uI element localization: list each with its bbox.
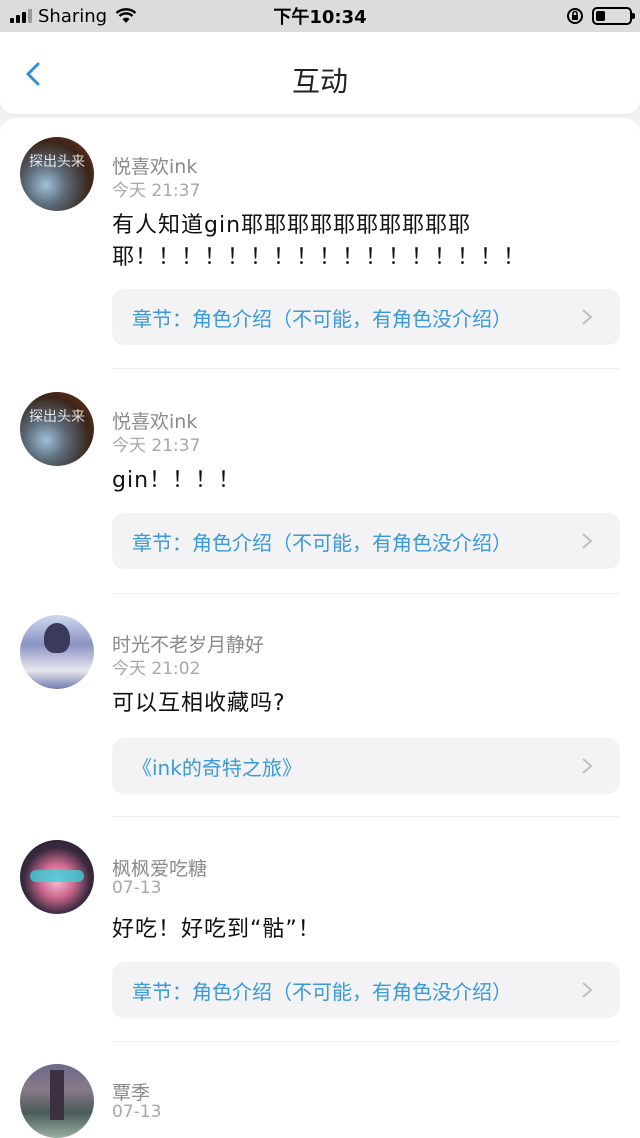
username[interactable]: 悦喜欢ink bbox=[112, 407, 197, 434]
chapter-link[interactable]: 章节：角色介绍（不可能，有角色没介绍） bbox=[112, 513, 620, 569]
comment-text: 好吃！好吃到“骷”！ bbox=[112, 917, 321, 942]
chevron-right-icon bbox=[582, 982, 593, 998]
avatar[interactable]: 探出头来 bbox=[20, 392, 94, 466]
username[interactable]: 覃季 bbox=[112, 1078, 150, 1105]
comment-text: 有人知道gin耶耶耶耶耶耶耶耶耶耶耶！！！！！！！！！！！！！！！！！ bbox=[112, 213, 527, 270]
chevron-right-icon bbox=[582, 533, 593, 549]
book-link[interactable]: 《ink的奇特之旅》 bbox=[112, 738, 620, 794]
avatar-accent bbox=[30, 870, 84, 882]
chapter-link-label: 章节：角色介绍（不可能，有角色没介绍） bbox=[132, 530, 512, 555]
avatar[interactable] bbox=[20, 840, 94, 914]
divider bbox=[112, 1041, 620, 1042]
comment-list[interactable]: 探出头来 悦喜欢ink 今天 21:37 有人知道gin耶耶耶耶耶耶耶耶耶耶耶！… bbox=[0, 118, 640, 1138]
divider bbox=[112, 816, 620, 817]
status-time: 下午10:34 bbox=[273, 7, 367, 28]
username[interactable]: 枫枫爱吃糖 bbox=[112, 854, 207, 881]
timestamp: 今天 21:02 bbox=[112, 659, 201, 679]
comment-text: gin！！！！ bbox=[112, 468, 242, 493]
divider bbox=[112, 593, 620, 594]
username[interactable]: 悦喜欢ink bbox=[112, 152, 197, 179]
timestamp: 今天 21:37 bbox=[112, 181, 201, 201]
avatar[interactable]: 探出头来 bbox=[20, 137, 94, 211]
avatar[interactable] bbox=[20, 1064, 94, 1138]
timestamp: 07-13 bbox=[112, 1102, 162, 1122]
avatar[interactable] bbox=[20, 615, 94, 689]
avatar-figure bbox=[44, 623, 70, 653]
book-link-label: 《ink的奇特之旅》 bbox=[132, 755, 302, 780]
timestamp: 07-13 bbox=[112, 878, 162, 898]
chapter-link-label: 章节：角色介绍（不可能，有角色没介绍） bbox=[132, 979, 512, 1004]
chapter-link[interactable]: 章节：角色介绍（不可能，有角色没介绍） bbox=[112, 289, 620, 345]
username[interactable]: 时光不老岁月静好 bbox=[112, 630, 264, 657]
chevron-right-icon bbox=[582, 309, 593, 325]
chevron-right-icon bbox=[582, 758, 593, 774]
page-title: 互动 bbox=[291, 65, 348, 98]
comment-text: 可以互相收藏吗? bbox=[112, 691, 286, 716]
rotation-lock-icon bbox=[567, 8, 583, 24]
status-right bbox=[566, 0, 635, 32]
avatar-overlay-text: 探出头来 bbox=[29, 409, 85, 425]
battery-icon bbox=[592, 7, 635, 25]
avatar-tower bbox=[50, 1070, 64, 1120]
nav-bar: 互动 bbox=[0, 32, 640, 114]
avatar-overlay-text: 探出头来 bbox=[29, 154, 85, 170]
status-bar: Sharing 下午10:34 bbox=[0, 0, 640, 32]
divider bbox=[112, 368, 620, 369]
chapter-link-label: 章节：角色介绍（不可能，有角色没介绍） bbox=[132, 306, 512, 331]
chapter-link[interactable]: 章节：角色介绍（不可能，有角色没介绍） bbox=[112, 962, 620, 1018]
timestamp: 今天 21:37 bbox=[112, 436, 201, 456]
